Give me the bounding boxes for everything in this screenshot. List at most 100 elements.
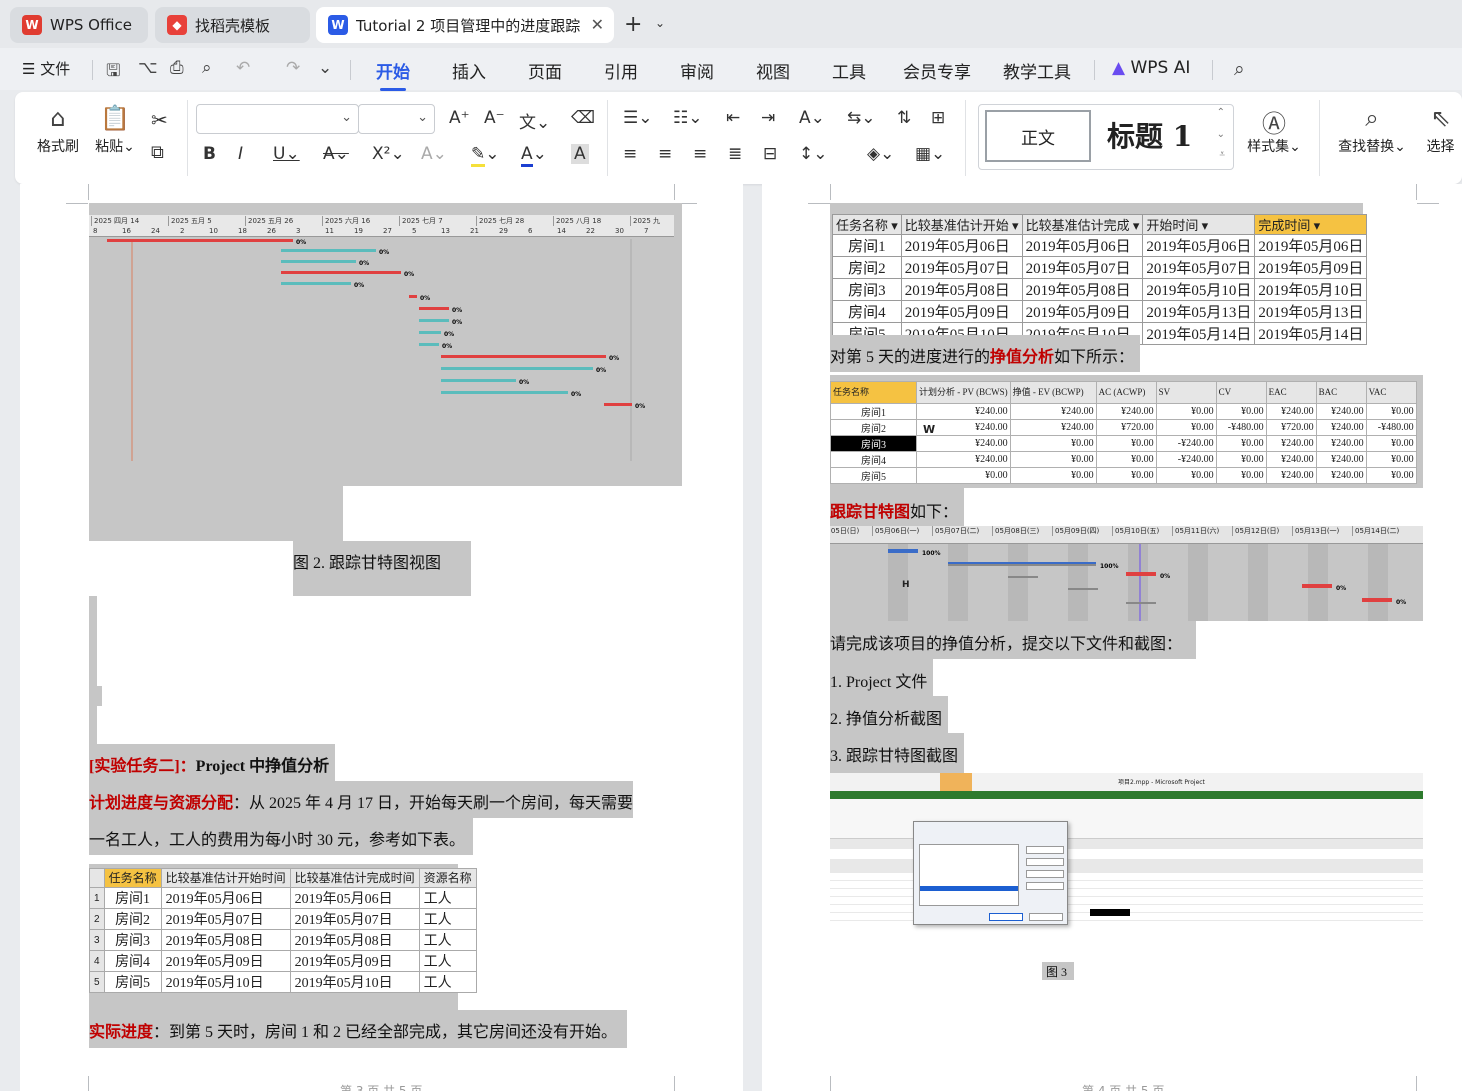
chevron-down-icon[interactable]: ⌄ (655, 16, 665, 30)
screenshot-titlebar: 项目2.mpp - Microsoft Project (830, 773, 1423, 791)
menu-tools[interactable]: 工具 (832, 58, 866, 83)
distributed-icon[interactable]: ⊟ (763, 144, 777, 164)
menu-home[interactable]: 开始 (376, 58, 410, 91)
shading-icon[interactable]: ◈⌄ (867, 144, 894, 164)
decrease-indent-icon[interactable]: ⇤ (726, 108, 740, 128)
align-center-icon[interactable]: ≡ (658, 144, 672, 164)
cut-icon[interactable]: ✂ (151, 108, 168, 132)
redo-icon[interactable]: ↷ (286, 58, 300, 78)
table-header: 完成时间 ▾ (1254, 214, 1368, 235)
table-cell: 工人 (418, 887, 477, 909)
bullets-icon[interactable]: ☰⌄ (623, 108, 652, 128)
superscript-icon[interactable]: X²⌄ (372, 144, 405, 164)
borders-icon[interactable]: ▦⌄ (915, 144, 945, 164)
copy-icon[interactable]: ⧉ (151, 142, 164, 163)
tab-label: WPS Office (50, 16, 132, 34)
tab-daoke-templates[interactable]: ◆ 找稻壳模板 (155, 7, 310, 43)
table-row: 房间1 2019年05月06日 2019年05月06日 2019年05月06日 2019… (832, 234, 1368, 257)
table-cell: ¥0.00 (1365, 435, 1417, 452)
style-normal[interactable]: 正文 (985, 110, 1091, 162)
table-cell: 2019年05月14日 (1254, 322, 1368, 345)
menu-view[interactable]: 视图 (756, 58, 790, 83)
find-replace-button[interactable]: ⌕ 查找替换⌄ (1335, 104, 1409, 156)
table-cell: 2 (89, 908, 105, 930)
font-family-select[interactable]: ⌄ (196, 104, 359, 134)
increase-indent-icon[interactable]: ⇥ (761, 108, 775, 128)
document-page-3[interactable]: 2025 四月 14 2025 五月 5 2025 五月 26 2025 六月 16 2… (20, 184, 743, 1091)
print-preview-icon[interactable]: ⌕ (202, 58, 212, 78)
menu-membership[interactable]: 会员专享 (903, 58, 971, 83)
phonetic-guide-icon[interactable]: 文⌄ (519, 108, 550, 133)
bold-icon[interactable]: B (203, 144, 216, 164)
chevron-down-icon[interactable]: ⌄ (318, 58, 332, 78)
text-effect-icon[interactable]: A⌄ (421, 144, 447, 164)
menu-wps-ai[interactable]: ▲ WPS AI (1112, 58, 1190, 78)
underline-icon[interactable]: U⌄ (273, 144, 300, 164)
gantt-pct-label: 0% (635, 403, 645, 410)
tab-wps-office[interactable]: W WPS Office (10, 7, 148, 43)
menu-insert[interactable]: 插入 (452, 58, 486, 83)
shrink-font-icon[interactable]: A⁻ (484, 108, 505, 128)
styles-set-button[interactable]: Ⓐ 样式集⌄ (1243, 104, 1305, 156)
table-cell: 房间4 (830, 451, 917, 468)
table-row: 5 房间5 2019年05月10日 2019年05月10日 工人 (89, 971, 477, 993)
highlight-icon[interactable]: ✎⌄ (471, 144, 500, 167)
search-icon[interactable]: ⌕ (1234, 58, 1245, 80)
menu-page[interactable]: 页面 (528, 58, 562, 83)
weekend-shade (1248, 544, 1268, 621)
style-heading-1[interactable]: 标题 1 (1107, 115, 1192, 155)
file-menu[interactable]: ☰ 文件 (22, 58, 70, 79)
strikethrough-icon[interactable]: A⌄ (323, 144, 349, 164)
weekend-shade (1068, 544, 1088, 621)
gantt-bar (441, 379, 516, 382)
more-styles-icon[interactable]: ⩡ (1219, 149, 1225, 160)
align-left-icon[interactable]: ≡ (623, 144, 637, 164)
show-marks-icon[interactable]: ⊞ (931, 108, 945, 128)
scroll-up-icon[interactable]: ⌃ (1217, 107, 1225, 118)
new-tab-icon[interactable]: + (624, 12, 642, 37)
font-size-select[interactable]: ⌄ (358, 104, 435, 134)
document-page-4[interactable]: 任务名称 ▾ 比较基准估计开始 ▾ 比较基准估计完成 ▾ 开始时间 ▾ 完成时间 ▾ 房… (762, 184, 1462, 1091)
crop-mark (1417, 203, 1439, 204)
text-direction-icon[interactable]: A⌄ (799, 108, 825, 128)
paste-label: 粘贴 (95, 139, 124, 155)
clear-format-icon[interactable]: ⌫ (571, 108, 595, 128)
table-cell: ¥0.00 (1365, 467, 1417, 484)
table-cell: 2019年05月10日 (289, 971, 420, 993)
gantt-bar (604, 403, 632, 406)
font-color-icon[interactable]: A⌄ (521, 144, 547, 167)
tab-label: Tutorial 2 项目管理中的进度跟踪 (356, 16, 581, 35)
table-cell: 2019年05月08日 (900, 278, 1023, 301)
select-button[interactable]: ⇖ 选择 (1419, 104, 1462, 156)
undo-icon[interactable]: ↶ (236, 58, 250, 78)
align-right-icon[interactable]: ≡ (693, 144, 707, 164)
close-icon[interactable]: ✕ (591, 15, 604, 34)
line-spacing-icon[interactable]: ↕⌄ (799, 144, 828, 164)
table-cell: ¥0.00 (1095, 451, 1157, 468)
style-gallery: 正文 标题 1 ⌃ ⌄ ⩡ (978, 104, 1234, 170)
table-cell: 2019年05月06日 (1254, 234, 1368, 257)
table-cell: ¥0.00 (1155, 467, 1217, 484)
menu-review[interactable]: 审阅 (680, 58, 714, 83)
print-icon[interactable]: ⎙ (170, 58, 184, 78)
char-shading-icon[interactable]: A (571, 144, 589, 164)
scroll-down-icon[interactable]: ⌄ (1217, 129, 1225, 140)
divider (187, 100, 188, 176)
schedule-table-image: 任务名称 ▾ 比较基准估计开始 ▾ 比较基准估计完成 ▾ 开始时间 ▾ 完成时间 ▾ 房… (830, 203, 1368, 345)
italic-icon[interactable]: I (238, 144, 243, 164)
format-painter-button[interactable]: ⌂ 格式刷 (35, 104, 81, 156)
sort-icon[interactable]: ⇅ (897, 108, 911, 128)
menu-teaching-tools[interactable]: 教学工具 (1003, 58, 1071, 83)
sort-direction-icon[interactable]: ⇆⌄ (847, 108, 876, 128)
table-cell: 5 (89, 971, 105, 993)
justify-icon[interactable]: ≣ (728, 144, 742, 164)
paste-button[interactable]: 📋 粘贴⌄ (93, 104, 137, 156)
tab-document[interactable]: W Tutorial 2 项目管理中的进度跟踪 ✕ (316, 7, 614, 43)
table-cell: 房间1 (103, 887, 162, 909)
grow-font-icon[interactable]: A⁺ (449, 108, 470, 128)
gantt-bar (409, 295, 417, 298)
share-icon[interactable]: ⌥ (138, 58, 158, 78)
numbering-icon[interactable]: ☷⌄ (673, 108, 702, 128)
save-icon[interactable]: 🖫 (106, 58, 120, 87)
menu-references[interactable]: 引用 (604, 58, 638, 83)
